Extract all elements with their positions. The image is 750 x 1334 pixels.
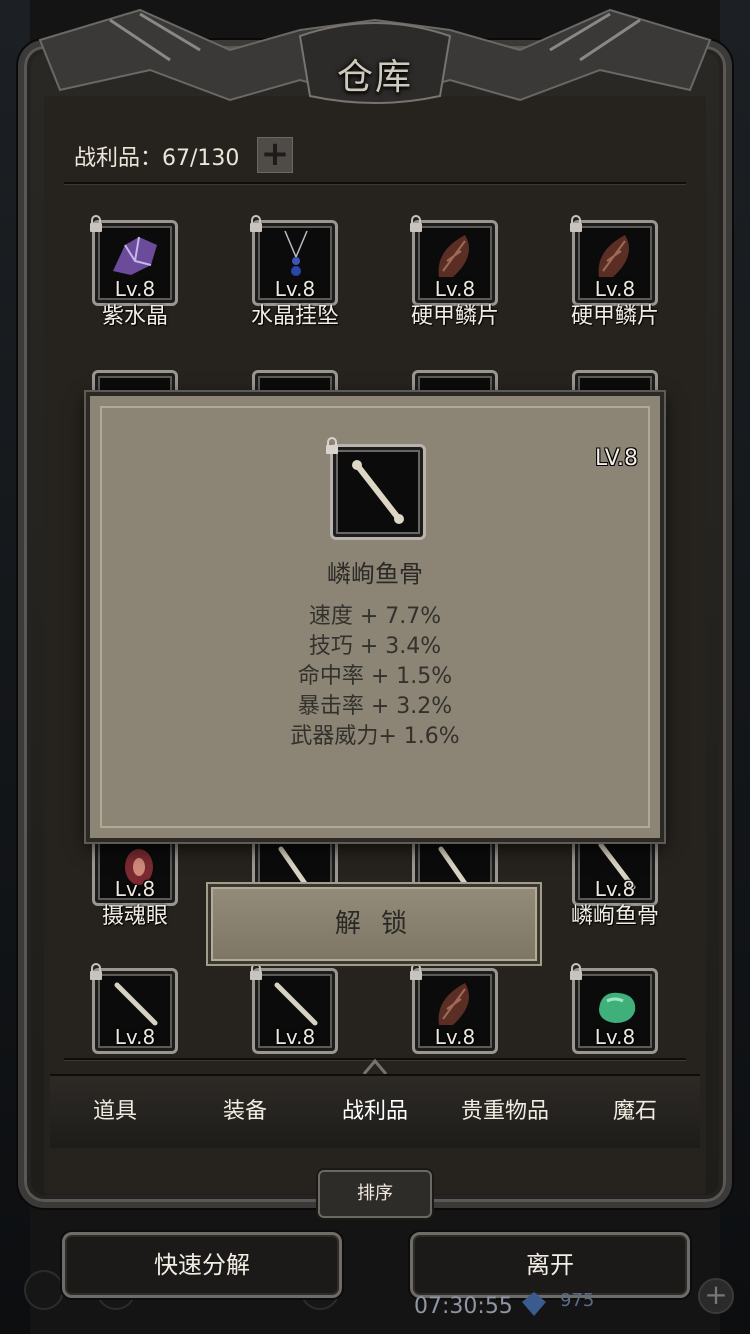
item-name: 摄魂眼 (101, 904, 168, 929)
popup-level: LV.8 (594, 446, 638, 471)
crystal-pendant-icon (284, 231, 308, 276)
item-name: 硬甲鳞片 (570, 304, 659, 329)
item-slot[interactable]: Lv.8 (570, 963, 658, 1054)
item-name: 水晶挂坠 (250, 304, 339, 329)
divider (64, 182, 686, 184)
clock: 07:30:55 (414, 1294, 513, 1319)
item-level: Lv.8 (274, 1025, 316, 1049)
item-detail-popup: LV.8 嶙峋鱼骨 速度 + 7.7% 技巧 + 3.4% 命中率 + 1.5%… (86, 392, 664, 842)
loot-counter: 战利品：67/130 (74, 146, 240, 171)
item-level: Lv.8 (434, 1025, 476, 1049)
gear-icon[interactable] (24, 1270, 64, 1310)
sort-button[interactable]: 排序 (318, 1170, 432, 1218)
scale-icon (598, 235, 629, 277)
item-name: 嶙峋鱼骨 (570, 904, 659, 929)
page-title: 仓库 (336, 57, 413, 98)
tab-equipment[interactable]: 装备 (180, 1076, 310, 1148)
lock-icon (410, 215, 422, 232)
item-level: Lv.8 (594, 1025, 636, 1049)
quick-decompose-button[interactable]: 快速分解 (62, 1232, 342, 1298)
expand-capacity-button[interactable]: + (257, 137, 293, 173)
lock-icon (250, 963, 262, 980)
item-slot[interactable]: Lv.8 (90, 963, 178, 1054)
fish-bone-icon (274, 982, 318, 1026)
category-tabs: 道具 装备 战利品 贵重物品 魔石 (50, 1074, 700, 1148)
stat-weapon-power: 武器威力+ 1.6% (290, 724, 460, 749)
lock-icon (570, 215, 582, 232)
popup-item-name: 嶙峋鱼骨 (327, 560, 423, 588)
item-slot[interactable]: Lv.8 (410, 963, 498, 1054)
stat-accuracy: 命中率 + 1.5% (297, 664, 453, 689)
item-slot[interactable]: Lv.8 (410, 215, 498, 306)
item-name: 紫水晶 (101, 304, 168, 329)
lock-icon (326, 437, 338, 454)
item-name: 硬甲鳞片 (410, 304, 499, 329)
stat-list: 速度 + 7.7% 技巧 + 3.4% 命中率 + 1.5% 暴击率 + 3.2… (90, 602, 660, 752)
lock-icon (410, 963, 422, 980)
amethyst-icon (113, 236, 157, 275)
lock-icon (90, 215, 102, 232)
tab-loot[interactable]: 战利品 (310, 1076, 440, 1148)
tab-items[interactable]: 道具 (50, 1076, 180, 1148)
tab-magic-stones[interactable]: 魔石 (570, 1076, 700, 1148)
unlock-button[interactable]: 解 锁 (208, 884, 540, 964)
popup-item-slot (326, 437, 426, 540)
stat-speed: 速度 + 7.7% (308, 604, 442, 629)
item-level: Lv.8 (114, 1025, 156, 1049)
lock-icon (570, 963, 582, 980)
leave-button[interactable]: 离开 (410, 1232, 690, 1298)
scale-icon (438, 983, 469, 1025)
add-currency-button[interactable]: + (698, 1278, 734, 1314)
fish-bone-icon (352, 460, 404, 524)
scale-icon (438, 235, 469, 277)
item-slot[interactable]: Lv.8 (250, 215, 338, 306)
item-slot[interactable]: Lv.8 (250, 963, 338, 1054)
fish-bone-icon (114, 982, 158, 1026)
lock-icon (90, 963, 102, 980)
lock-icon (250, 215, 262, 232)
tab-valuables[interactable]: 贵重物品 (440, 1076, 570, 1148)
item-slot[interactable]: Lv.8 (90, 215, 178, 306)
item-slot[interactable]: Lv.8 (570, 215, 658, 306)
stat-skill: 技巧 + 3.4% (308, 634, 442, 659)
gem-count: 975 (560, 1290, 595, 1311)
gem-icon (522, 1292, 546, 1316)
jade-stone-icon (599, 992, 636, 1023)
stat-crit-rate: 暴击率 + 3.2% (297, 694, 453, 719)
